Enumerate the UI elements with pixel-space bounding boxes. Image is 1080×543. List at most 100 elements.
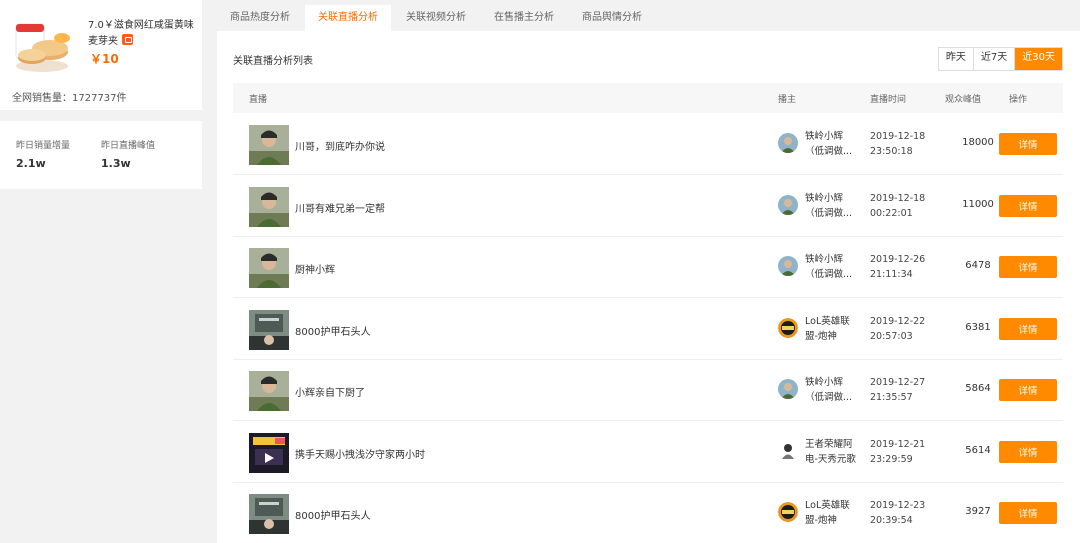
table-row: 8000护甲石头人 LoL英雄联 盟-炮神 2019-12-22 20:57:03 638… xyxy=(233,299,1063,360)
live-date: 2019-12-18 xyxy=(870,131,926,142)
anchor-avatar[interactable] xyxy=(778,133,798,153)
product-price: ￥10 xyxy=(90,52,119,66)
live-title[interactable]: 携手天赐小拽浅汐守家两小时 xyxy=(295,446,425,461)
viewer-peak: 11000 xyxy=(962,198,994,210)
anchor-name[interactable]: LoL英雄联 盟-炮神 xyxy=(805,314,863,344)
anchor-avatar[interactable] xyxy=(778,440,798,461)
anchor-name-line2: （低调做... xyxy=(805,392,853,403)
header-time: 直播时间 xyxy=(870,95,907,105)
anchor-name[interactable]: 铁岭小辉 （低调做... xyxy=(805,129,863,159)
anchor-name[interactable]: 铁岭小辉 （低调做... xyxy=(805,191,863,221)
anchor-avatar[interactable] xyxy=(778,256,798,276)
tab-related-live[interactable]: 关联直播分析 xyxy=(305,5,391,31)
live-title[interactable]: 川哥有难兄弟一定帮 xyxy=(295,200,385,215)
anchor-name-line1: 铁岭小辉 xyxy=(805,377,844,388)
live-cover-thumbnail[interactable] xyxy=(249,371,289,411)
live-clock: 23:29:59 xyxy=(870,453,913,465)
stat-value-sales-increment: 2.1w xyxy=(16,157,46,170)
anchor-name[interactable]: 铁岭小辉 （低调做... xyxy=(805,375,863,405)
live-time: 2019-12-27 21:35:57 xyxy=(870,375,925,405)
stat-label-sales-increment: 昨日销量增量 xyxy=(16,141,71,151)
viewer-peak: 5864 xyxy=(965,383,991,394)
live-clock: 23:50:18 xyxy=(870,146,913,157)
detail-button[interactable]: 详情 xyxy=(999,133,1057,155)
table-header: 直播 播主 直播时间 观众峰值 操作 xyxy=(233,83,1063,113)
product-image xyxy=(10,14,74,76)
anchor-avatar[interactable] xyxy=(778,379,798,399)
stat-value-live-peak: 1.3w xyxy=(101,157,131,170)
range-yesterday-button[interactable]: 昨天 xyxy=(938,48,974,70)
live-title[interactable]: 8000护甲石头人 xyxy=(295,507,370,522)
anchor-name-line2: 盟-炮神 xyxy=(805,515,837,526)
viewer-peak: 18000 xyxy=(962,137,994,148)
live-cover-thumbnail[interactable] xyxy=(249,248,289,288)
live-clock: 20:39:54 xyxy=(870,515,913,526)
anchor-name[interactable]: 王者荣耀阿电-天秀元歌 xyxy=(805,437,863,467)
table-row: 携手天赐小拽浅汐守家两小时 王者荣耀阿 电-天秀元歌 2019-12-21 23:29:… xyxy=(233,422,1063,483)
live-title[interactable]: 小辉亲自下厨了 xyxy=(295,384,365,399)
anchor-name[interactable]: 铁岭小辉 （低调做... xyxy=(805,252,863,282)
live-analysis-panel: 关联直播分析列表 昨天 近7天 近30天 直播 播主 直播时间 观众峰值 操作 … xyxy=(217,31,1080,543)
viewer-peak: 5614 xyxy=(965,444,991,456)
live-cover-thumbnail[interactable] xyxy=(249,494,289,534)
viewer-peak: 6381 xyxy=(965,321,991,333)
live-date: 2019-12-23 xyxy=(870,500,926,511)
tab-related-video[interactable]: 关联视频分析 xyxy=(393,5,479,31)
anchor-name-line2: （低调做... xyxy=(805,207,853,219)
anchor-name-line2: 电-天秀元歌 xyxy=(805,453,856,465)
live-clock: 21:35:57 xyxy=(870,392,913,403)
product-name[interactable]: 7.0￥滋食网红咸蛋黄味麦芽夹 xyxy=(88,18,200,50)
anchor-name-line1: 铁岭小辉 xyxy=(805,254,844,265)
live-cover-thumbnail[interactable] xyxy=(249,432,289,473)
anchor-avatar[interactable] xyxy=(778,194,798,215)
live-cover-thumbnail[interactable] xyxy=(249,186,289,227)
stat-label-live-peak: 昨日直播峰值 xyxy=(101,141,156,151)
table-row: 小辉亲自下厨了 铁岭小辉 （低调做... 2019-12-27 21:35:57 5864… xyxy=(233,360,1063,421)
list-title: 关联直播分析列表 xyxy=(233,56,313,67)
detail-button[interactable]: 详情 xyxy=(999,502,1057,524)
total-sales: 全网销售量：1727737件 xyxy=(12,93,127,104)
table-row: 川哥有难兄弟一定帮 铁岭小辉 （低调做... 2019-12-18 00:22:01 11… xyxy=(233,176,1063,237)
date-range-selector: 昨天 近7天 近30天 xyxy=(937,47,1063,71)
anchor-name[interactable]: LoL英雄联 盟-炮神 xyxy=(805,498,863,528)
header-action: 操作 xyxy=(1009,95,1028,105)
header-peak: 观众峰值 xyxy=(945,95,982,105)
anchor-name-line1: 王者荣耀阿 xyxy=(805,438,853,450)
tab-product-heat[interactable]: 商品热度分析 xyxy=(217,5,303,31)
detail-button[interactable]: 详情 xyxy=(999,440,1057,463)
detail-button[interactable]: 详情 xyxy=(999,256,1057,278)
anchor-name-line1: 铁岭小辉 xyxy=(805,192,844,204)
anchor-avatar[interactable] xyxy=(778,317,798,338)
live-title[interactable]: 川哥，到底咋办你说 xyxy=(295,138,385,153)
live-cover-thumbnail[interactable] xyxy=(249,125,289,165)
detail-button[interactable]: 详情 xyxy=(999,194,1057,217)
header-live: 直播 xyxy=(249,95,268,105)
header-anchor: 播主 xyxy=(778,95,797,105)
anchor-name-line2: （低调做... xyxy=(805,269,853,280)
live-title[interactable]: 8000护甲石头人 xyxy=(295,323,370,338)
live-date: 2019-12-26 xyxy=(870,254,926,265)
tab-selling-anchors[interactable]: 在售播主分析 xyxy=(481,5,567,31)
viewer-peak: 3927 xyxy=(965,506,991,517)
live-time: 2019-12-26 21:11:34 xyxy=(870,252,925,282)
live-time: 2019-12-18 00:22:01 xyxy=(870,191,925,221)
live-clock: 20:57:03 xyxy=(870,330,913,342)
live-date: 2019-12-22 xyxy=(870,315,926,327)
live-clock: 00:22:01 xyxy=(870,207,913,219)
detail-button[interactable]: 详情 xyxy=(999,317,1057,340)
table-row: 8000护甲石头人 LoL英雄联 盟-炮神 2019-12-23 20:39:54 392… xyxy=(233,483,1063,543)
live-cover-thumbnail[interactable] xyxy=(249,309,289,350)
tmall-icon xyxy=(122,34,133,45)
tab-product-sentiment[interactable]: 商品舆情分析 xyxy=(569,5,655,31)
live-title[interactable]: 厨神小辉 xyxy=(295,261,335,276)
detail-button[interactable]: 详情 xyxy=(999,379,1057,401)
product-name-text: 7.0￥滋食网红咸蛋黄味麦芽夹 xyxy=(88,20,194,47)
range-30-days-button[interactable]: 近30天 xyxy=(1015,48,1062,70)
anchor-avatar[interactable] xyxy=(778,502,798,522)
live-time: 2019-12-23 20:39:54 xyxy=(870,498,925,528)
live-time: 2019-12-18 23:50:18 xyxy=(870,129,925,159)
analysis-tabs: 商品热度分析 关联直播分析 关联视频分析 在售播主分析 商品舆情分析 xyxy=(217,5,657,31)
range-7-days-button[interactable]: 近7天 xyxy=(973,48,1016,70)
table-row: 厨神小辉 铁岭小辉 （低调做... 2019-12-26 21:11:34 6478 详情 xyxy=(233,237,1063,298)
stats-card: 昨日销量增量 2.1w 昨日直播峰值 1.3w xyxy=(0,121,202,189)
